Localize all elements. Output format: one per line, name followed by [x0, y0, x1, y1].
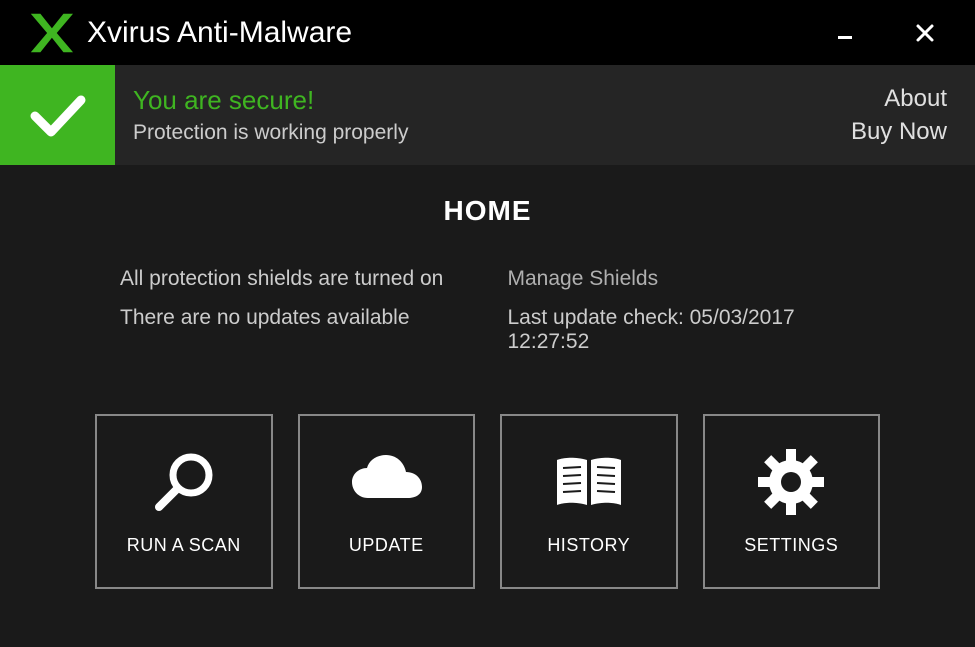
main-content: HOME All protection shields are turned o… — [0, 165, 975, 619]
status-links: About Buy Now — [851, 65, 975, 165]
last-update-text: Last update check: 05/03/2017 12:27:52 — [508, 306, 856, 354]
tile-label: RUN A SCAN — [127, 535, 241, 556]
status-check-icon — [0, 65, 115, 165]
status-subtitle: Protection is working properly — [133, 121, 833, 145]
status-bar: You are secure! Protection is working pr… — [0, 65, 975, 165]
settings-tile[interactable]: SETTINGS — [703, 414, 881, 589]
buy-now-link[interactable]: Buy Now — [851, 118, 947, 146]
cloud-icon — [346, 447, 426, 517]
gear-icon — [756, 447, 826, 517]
minimize-button[interactable] — [830, 18, 860, 48]
update-tile[interactable]: UPDATE — [298, 414, 476, 589]
info-grid: All protection shields are turned on Man… — [40, 267, 935, 354]
tile-label: UPDATE — [349, 535, 424, 556]
run-scan-tile[interactable]: RUN A SCAN — [95, 414, 273, 589]
history-tile[interactable]: HISTORY — [500, 414, 678, 589]
about-link[interactable]: About — [884, 85, 947, 113]
shields-status-text: All protection shields are turned on — [120, 267, 468, 291]
app-logo-icon — [25, 8, 75, 58]
tile-label: SETTINGS — [744, 535, 838, 556]
app-title: Xvirus Anti-Malware — [87, 16, 830, 50]
action-tiles: RUN A SCAN UPDATE — [40, 414, 935, 589]
tile-label: HISTORY — [547, 535, 630, 556]
page-title: HOME — [40, 195, 935, 227]
manage-shields-link[interactable]: Manage Shields — [508, 267, 856, 291]
status-text-block: You are secure! Protection is working pr… — [115, 65, 851, 165]
close-button[interactable] — [910, 18, 940, 48]
updates-status-text: There are no updates available — [120, 306, 468, 354]
status-title: You are secure! — [133, 85, 833, 116]
book-icon — [549, 447, 629, 517]
titlebar: Xvirus Anti-Malware — [0, 0, 975, 65]
window-controls — [830, 18, 960, 48]
magnifier-icon — [149, 447, 219, 517]
